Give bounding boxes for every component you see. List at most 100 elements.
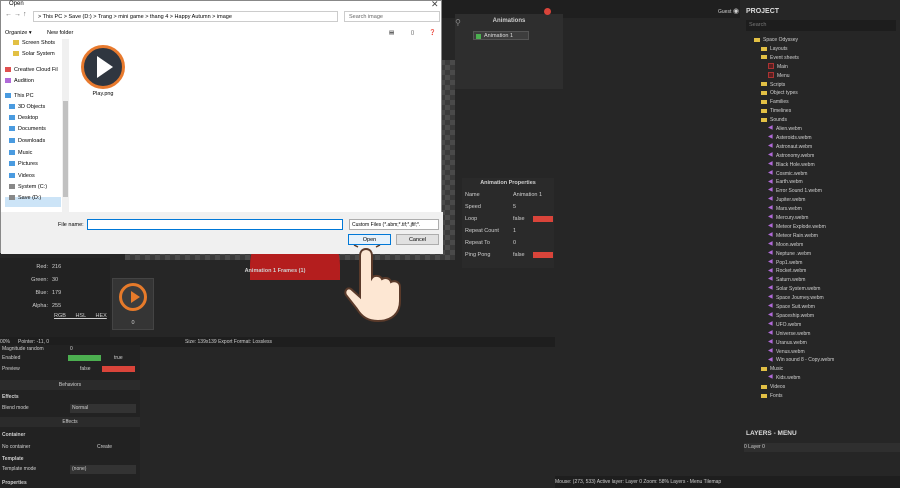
file-type-select[interactable]: Custom Files (*.abm;*.tif;*.jfif;*.	[349, 219, 439, 230]
sound-icon: ◀	[768, 312, 773, 319]
green-value[interactable]: 30	[52, 277, 58, 283]
search-input[interactable]: Search image	[344, 11, 440, 22]
tree-item[interactable]: ◀ Alien.webm	[768, 125, 802, 133]
tree-item[interactable]: ◀ Mercury.webm	[768, 214, 808, 222]
tree-item[interactable]: ◀ Space Journey.webm	[768, 294, 824, 302]
tree-item[interactable]: Timelines	[761, 107, 791, 115]
tree-item[interactable]: ◀ Black Hole.webm	[768, 161, 815, 169]
tree-item[interactable]: Videos	[761, 383, 785, 391]
tree-item[interactable]: ◀ Meteor Rain.webm	[768, 232, 818, 240]
play-icon[interactable]	[81, 45, 125, 89]
cancel-button[interactable]: Cancel	[396, 234, 439, 245]
layer-row[interactable]: 0 Layer 0	[744, 443, 900, 452]
tree-item[interactable]: Object types	[761, 89, 798, 97]
help-icon[interactable]: ❓	[429, 27, 436, 39]
tree-item[interactable]: ◀ Win sound 8 - Copy.webm	[768, 356, 834, 364]
create-button[interactable]: Create	[97, 443, 112, 452]
back-icon[interactable]: ←	[5, 11, 12, 18]
tree-item[interactable]: Layouts	[761, 45, 788, 53]
tree-item[interactable]: Scripts	[761, 81, 785, 89]
blend-select[interactable]: Normal	[70, 404, 136, 413]
tree-item[interactable]: ◀ Mars.webm	[768, 205, 802, 213]
file-label[interactable]: Play.png	[83, 91, 123, 97]
alpha-value[interactable]: 255	[52, 303, 61, 309]
search-icon[interactable]: ⚲	[455, 18, 461, 27]
nav-item[interactable]: This PC	[5, 92, 34, 101]
tree-item[interactable]: ◀ Astronomy.webm	[768, 152, 814, 160]
tree-item[interactable]: ◀ Saturn.webm	[768, 276, 805, 284]
forward-icon[interactable]: →	[14, 11, 21, 18]
prop-row[interactable]: Repeat To 0	[465, 238, 553, 248]
tree-item[interactable]: ◀ Cosmic.webm	[768, 170, 807, 178]
tree-item[interactable]: ◀ UFO.webm	[768, 321, 801, 329]
address-bar[interactable]: > This PC > Save (D:) > Trang > mini gam…	[33, 11, 338, 22]
nav-item[interactable]: Desktop	[9, 114, 38, 123]
nav-item[interactable]: System (C:)	[9, 183, 47, 192]
close-icon[interactable]	[544, 8, 551, 15]
file-name-input[interactable]	[87, 219, 343, 230]
tree-item[interactable]: ◀ Neptune .webm	[768, 250, 811, 258]
tree-item[interactable]: Space Odyssey	[754, 36, 798, 44]
frame-thumbnail[interactable]: 0	[112, 278, 154, 330]
tree-item[interactable]: ◀ Asteroids.webm	[768, 134, 812, 142]
tree-item[interactable]: Music	[761, 365, 783, 373]
tree-item[interactable]: Main	[768, 63, 788, 71]
enabled-toggle[interactable]	[68, 355, 101, 361]
nav-item[interactable]: Solar System	[13, 50, 55, 59]
bottom-status: Mouse: (273, 533) Active layer: Layer 0 …	[555, 476, 900, 488]
red-value[interactable]: 216	[52, 264, 61, 270]
prop-row[interactable]: Loop false	[465, 214, 553, 224]
prop-row[interactable]: Name Animation 1	[465, 190, 553, 200]
color-mode-tabs[interactable]: RGB HSL HEX	[54, 313, 107, 319]
tree-item[interactable]: ◀ Jupiter.webm	[768, 196, 805, 204]
new-folder-button[interactable]: New folder	[47, 27, 73, 39]
tree-item[interactable]: ◀ Error Sound 1.webm	[768, 187, 822, 195]
tree-item[interactable]: ◀ Spaceship.webm	[768, 312, 814, 320]
tree-item[interactable]: ◀ Meteor Explode.webm	[768, 223, 826, 231]
blue-value[interactable]: 179	[52, 290, 61, 296]
tree-item[interactable]: ◀ Astronaut.webm	[768, 143, 812, 151]
tree-item[interactable]: Sounds	[761, 116, 787, 124]
tree-item[interactable]: Event sheets	[761, 54, 799, 62]
tree-item[interactable]: Menu	[768, 72, 790, 80]
tree-item[interactable]: ◀ Venus.webm	[768, 348, 805, 356]
tree-item[interactable]: ◀ Uranus.webm	[768, 339, 807, 347]
prop-row[interactable]: Ping Pong false	[465, 250, 553, 260]
nav-scroll-thumb[interactable]	[63, 101, 68, 197]
account-icon[interactable]: ◉	[733, 7, 739, 15]
tree-item[interactable]: ◀ Space Suit.webm	[768, 303, 815, 311]
tree-item[interactable]: ◀ Pop1.webm	[768, 259, 802, 267]
animation-item[interactable]: Animation 1	[473, 31, 529, 40]
prop-row[interactable]: Speed 5	[465, 202, 553, 212]
sound-icon: ◀	[768, 249, 773, 256]
tree-item[interactable]: Fonts	[761, 392, 783, 400]
tree-item[interactable]: ◀ Universe.webm	[768, 330, 810, 338]
tree-item[interactable]: Families	[761, 98, 789, 106]
nav-item[interactable]: Creative Cloud Fil	[5, 66, 58, 75]
open-button[interactable]: Open	[348, 234, 391, 245]
nav-item[interactable]: Music	[9, 149, 32, 158]
prop-row[interactable]: Repeat Count 1	[465, 226, 553, 236]
nav-item[interactable]: Pictures	[9, 160, 38, 169]
tree-item[interactable]: ◀ Rocket.webm	[768, 267, 806, 275]
up-icon[interactable]: ↑	[23, 11, 27, 18]
close-icon[interactable]: ✕	[431, 0, 439, 10]
project-search[interactable]: Search	[746, 20, 896, 31]
tree-item[interactable]: ◀ Kids.webm	[768, 374, 800, 382]
folder-icon	[761, 99, 767, 104]
nav-item[interactable]: Videos	[9, 172, 35, 181]
template-select[interactable]: (none)	[70, 465, 136, 474]
organize-button[interactable]: Organize ▾	[5, 27, 32, 39]
nav-item[interactable]: Audition	[5, 77, 34, 86]
nav-item[interactable]: 3D Objects	[9, 103, 45, 112]
view-icon[interactable]: ▤	[389, 27, 394, 39]
nav-item[interactable]: Save (D:)	[9, 194, 41, 203]
tree-item[interactable]: ◀ Solar System.webm	[768, 285, 820, 293]
preview-pane-icon[interactable]: ▯	[411, 27, 414, 39]
nav-item[interactable]: Documents	[9, 125, 46, 134]
preview-toggle[interactable]	[102, 366, 135, 372]
tree-item[interactable]: ◀ Moon.webm	[768, 241, 803, 249]
nav-item[interactable]: Downloads	[9, 137, 45, 146]
tree-item[interactable]: ◀ Earth.webm	[768, 178, 803, 186]
nav-item[interactable]: Screen Shots	[13, 39, 55, 48]
